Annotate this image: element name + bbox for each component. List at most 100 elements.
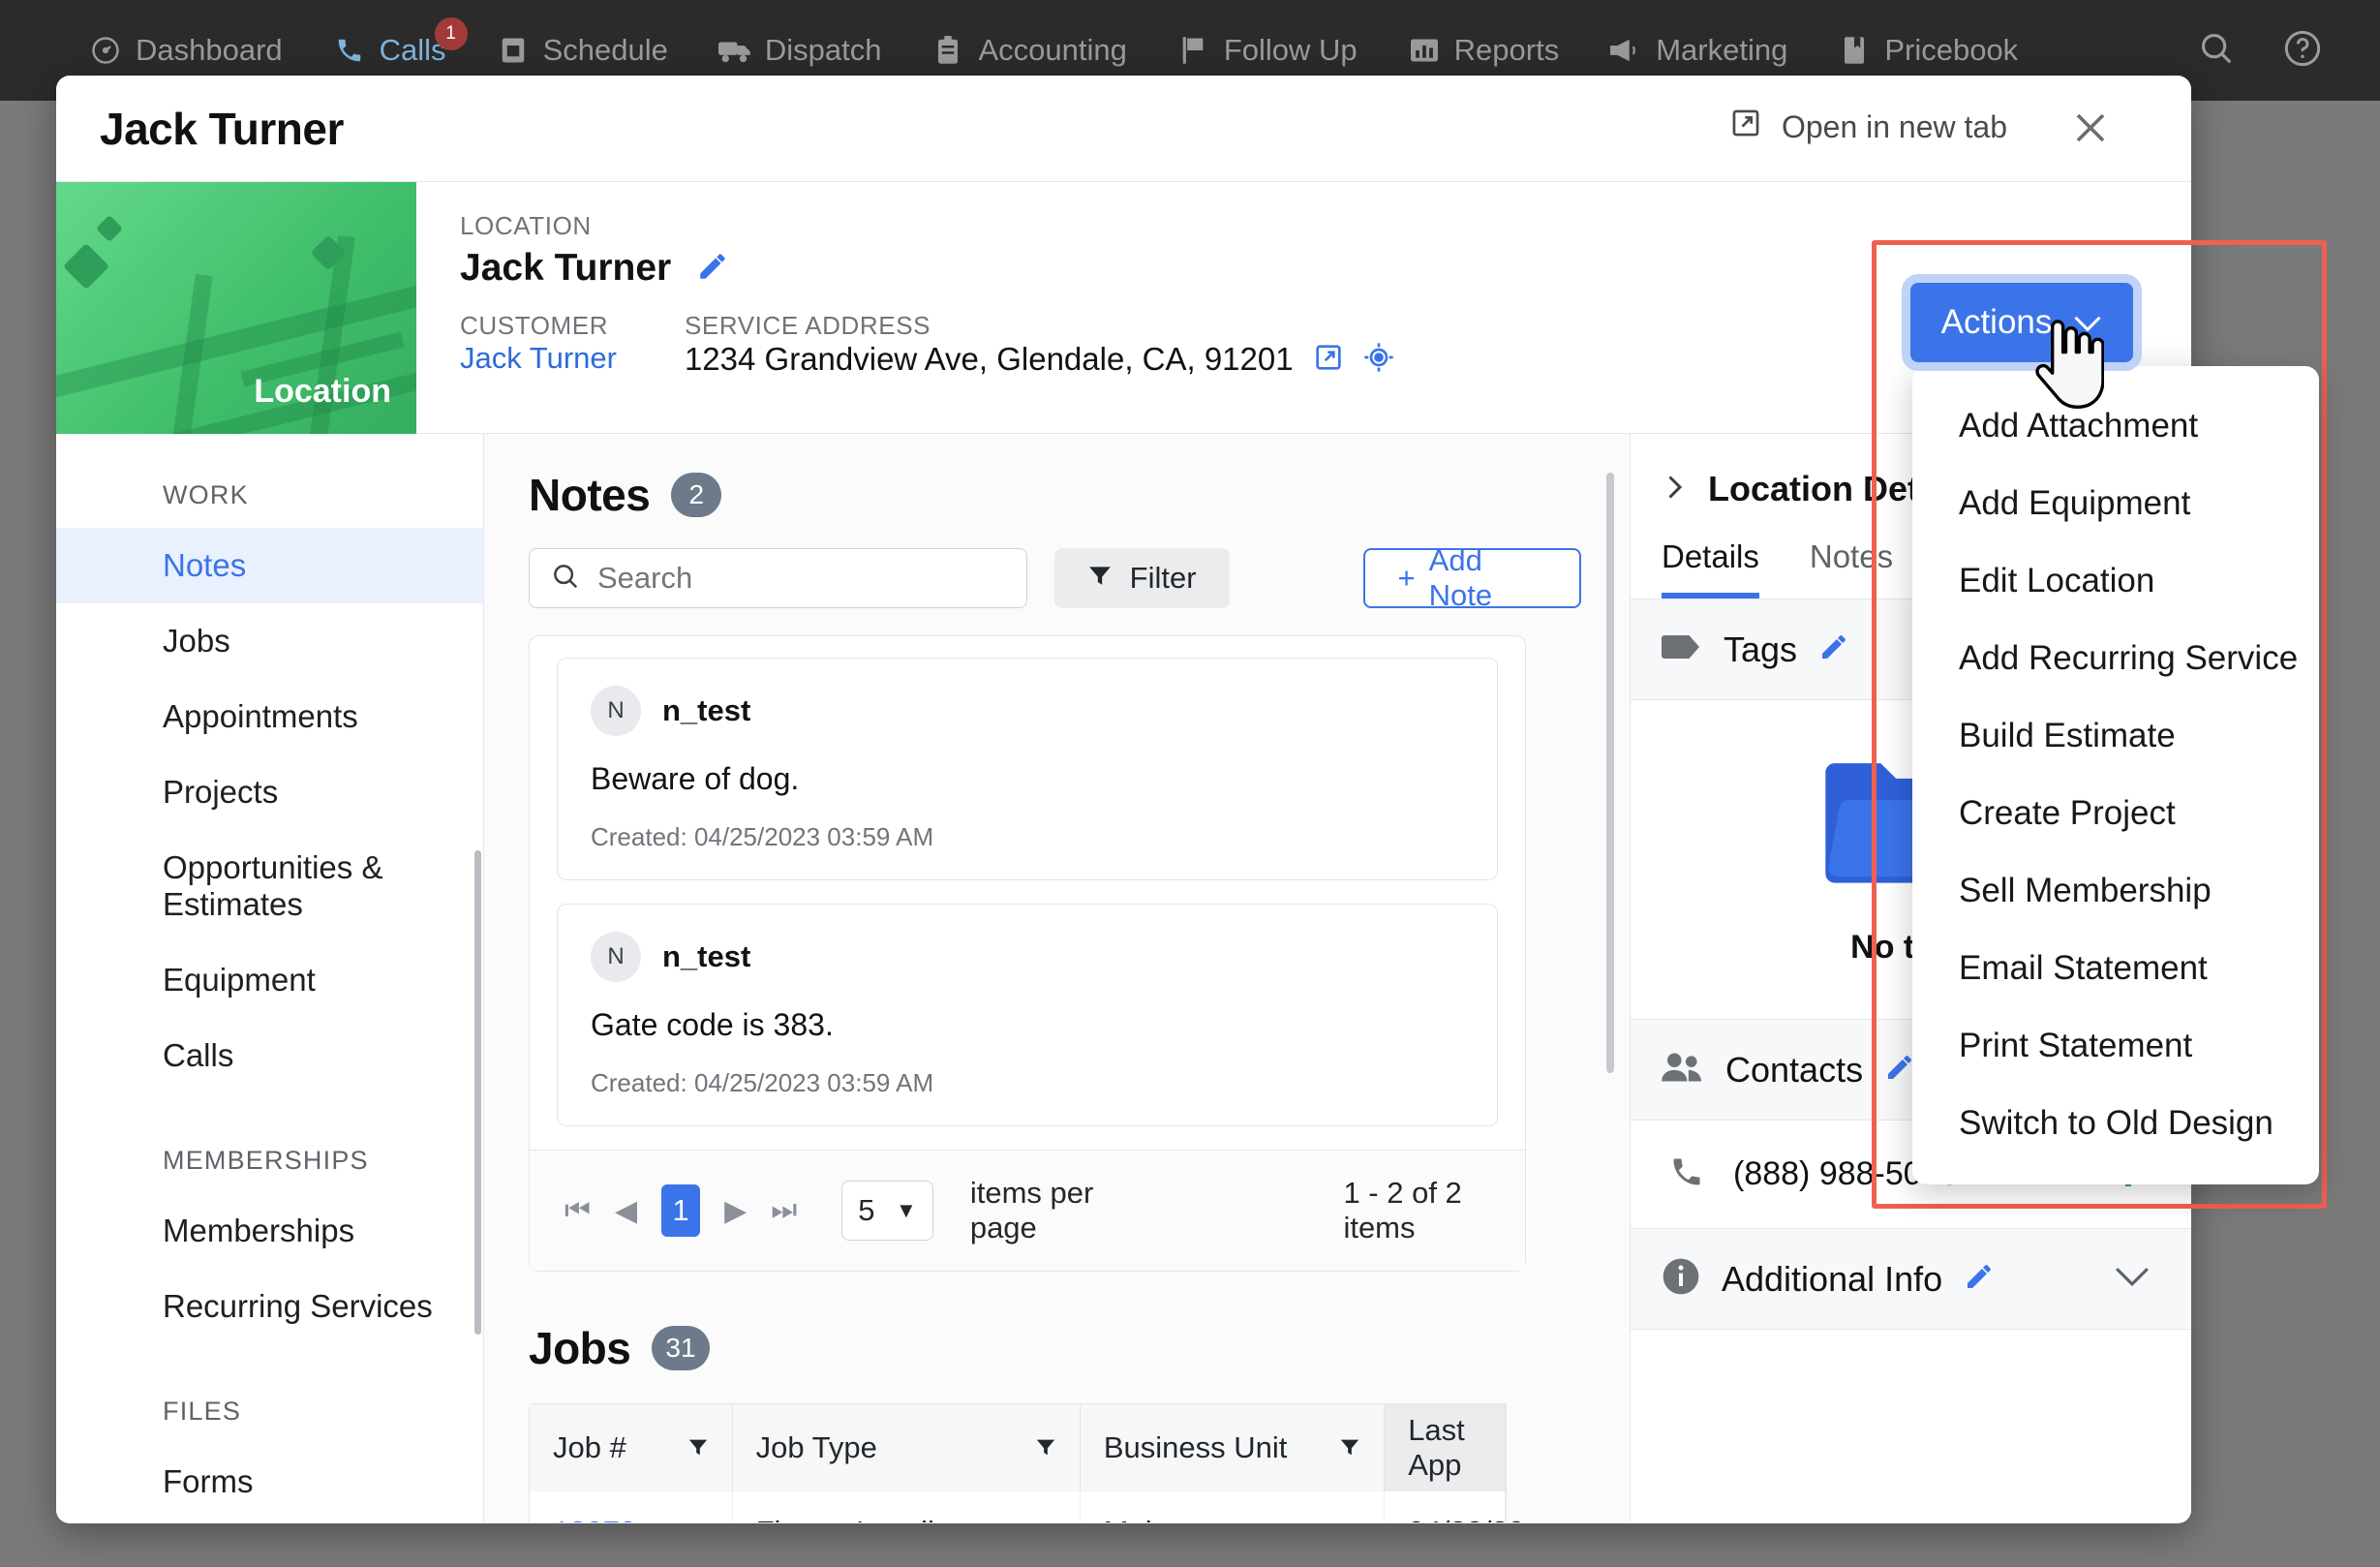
sidebar-scrollbar[interactable] (474, 850, 481, 1335)
crosshair-icon[interactable] (1363, 342, 1394, 378)
pencil-icon[interactable] (1884, 1052, 1915, 1088)
tab-details[interactable]: Details (1662, 538, 1759, 599)
search-icon (551, 562, 580, 596)
page-number-1[interactable]: 1 (661, 1184, 701, 1237)
menu-item-create-project[interactable]: Create Project (1912, 775, 2319, 852)
service-address-block: SERVICE ADDRESS 1234 Grandview Ave, Glen… (685, 311, 1394, 378)
pencil-icon[interactable] (1964, 1261, 1995, 1297)
items-range-label: 1 - 2 of 2 items (1343, 1176, 1462, 1244)
menu-item-email-statement[interactable]: Email Statement (1912, 930, 2319, 1007)
tag-icon (1662, 631, 1702, 667)
menu-item-add-recurring-service[interactable]: Add Recurring Service (1912, 620, 2319, 697)
chevron-down-icon[interactable] (2114, 1265, 2151, 1293)
menu-item-build-estimate[interactable]: Build Estimate (1912, 697, 2319, 775)
open-in-new-tab-button[interactable]: Open in new tab (1729, 107, 2007, 147)
column-header-job-type[interactable]: Job Type (733, 1404, 1081, 1491)
funnel-icon[interactable] (1035, 1430, 1056, 1465)
search-input[interactable] (597, 561, 985, 596)
main-content-scrollbar[interactable] (1606, 473, 1614, 1073)
open-in-new-tab-label: Open in new tab (1781, 108, 2007, 144)
sidebar-item-equipment[interactable]: Equipment (56, 942, 483, 1018)
notes-search-box[interactable] (529, 548, 1027, 608)
location-map-thumbnail[interactable]: Location (56, 182, 416, 434)
items-per-page-label: items per page (969, 1176, 1094, 1244)
phone-icon (1669, 1154, 1704, 1194)
add-note-button[interactable]: + Add Note (1362, 543, 1581, 612)
filter-button[interactable]: Filter (1053, 548, 1230, 608)
prev-page-icon[interactable]: ◀ (614, 1194, 638, 1228)
sidebar-item-recurring-services[interactable]: Recurring Services (56, 1269, 483, 1344)
note-card[interactable]: N n_test Beware of dog. Created: 04/25/2… (557, 658, 1498, 880)
additional-info-section-header[interactable]: Additional Info (1631, 1229, 2191, 1330)
menu-item-switch-to-old-design[interactable]: Switch to Old Design (1912, 1085, 2319, 1162)
nav-item-pricebook[interactable]: Pricebook (1838, 33, 2018, 68)
nav-item-reports[interactable]: Reports (1408, 33, 1559, 68)
nav-item-follow-up[interactable]: Follow Up (1177, 33, 1358, 68)
add-note-label: Add Note (1428, 543, 1493, 612)
avatar: N (591, 686, 641, 736)
service-address-value: 1234 Grandview Ave, Glendale, CA, 91201 (684, 341, 1294, 377)
cell-business-unit: Main (1081, 1491, 1385, 1522)
tab-notes[interactable]: Notes (1810, 538, 1893, 599)
tags-section-title: Tags (1724, 629, 1798, 669)
sidebar-item-photos-videos[interactable]: Photos & Videos (56, 1520, 483, 1523)
actions-dropdown-menu: Add Attachment Add Equipment Edit Locati… (1912, 366, 2319, 1184)
sidebar-item-jobs[interactable]: Jobs (56, 603, 483, 679)
column-header-business-unit[interactable]: Business Unit (1081, 1404, 1386, 1491)
notes-count-badge: 2 (671, 473, 722, 517)
column-header-last-appointment[interactable]: Last App (1385, 1404, 1506, 1491)
nav-item-accounting[interactable]: Accounting (931, 33, 1127, 68)
items-per-page-select[interactable]: 5 ▼ (841, 1181, 933, 1241)
nav-item-schedule[interactable]: Schedule (497, 33, 668, 68)
dashboard-icon (89, 34, 122, 67)
column-header-job-number[interactable]: Job # (530, 1404, 733, 1491)
cell-last-appointment: 04/28/20 (1385, 1491, 1525, 1522)
sidebar-item-calls[interactable]: Calls (56, 1018, 483, 1093)
sidebar-item-forms[interactable]: Forms (56, 1444, 483, 1520)
close-icon[interactable] (2067, 105, 2116, 153)
menu-item-print-statement[interactable]: Print Statement (1912, 1007, 2319, 1085)
note-header: N n_test (591, 686, 1464, 736)
job-number-link[interactable]: 13979 (553, 1515, 636, 1522)
sidebar-item-opportunities-estimates[interactable]: Opportunities & Estimates (56, 830, 483, 942)
notes-section-header: Notes 2 (529, 469, 1581, 521)
sidebar-item-appointments[interactable]: Appointments (56, 679, 483, 754)
nav-item-dispatch[interactable]: Dispatch (717, 33, 881, 68)
pencil-icon[interactable] (1818, 631, 1849, 667)
first-page-icon[interactable]: ⏮ (564, 1194, 591, 1227)
people-icon (1662, 1052, 1704, 1088)
nav-item-calls[interactable]: Calls 1 (333, 17, 468, 68)
funnel-icon[interactable] (687, 1430, 709, 1465)
chevron-right-icon[interactable] (1662, 473, 1687, 507)
pencil-icon[interactable] (696, 250, 729, 288)
sidebar-item-notes[interactable]: Notes (56, 528, 483, 603)
note-body: Gate code is 383. (591, 1007, 834, 1042)
sidebar-item-memberships[interactable]: Memberships (56, 1193, 483, 1269)
menu-item-edit-location[interactable]: Edit Location (1912, 542, 2319, 620)
menu-item-sell-membership[interactable]: Sell Membership (1912, 852, 2319, 930)
note-author: n_test (662, 693, 751, 727)
help-circle-icon[interactable] (2283, 29, 2322, 73)
cell-job-number: 13979 (530, 1491, 733, 1522)
nav-label: Marketing (1656, 33, 1788, 67)
modal-body: WORK Notes Jobs Appointments Projects Op… (56, 434, 2191, 1522)
menu-item-add-equipment[interactable]: Add Equipment (1912, 465, 2319, 542)
calls-badge: 1 (434, 17, 468, 50)
column-label: Job Type (755, 1430, 877, 1464)
customer-link[interactable]: Jack Turner (460, 341, 617, 375)
sidebar-item-projects[interactable]: Projects (56, 754, 483, 830)
table-row[interactable]: 13979 Fixture Install Main 04/28/20 (530, 1491, 1525, 1522)
nav-item-dashboard[interactable]: Dashboard (89, 33, 283, 68)
funnel-icon[interactable] (1339, 1430, 1360, 1465)
note-body: Beware of dog. (591, 761, 800, 796)
last-page-icon[interactable]: ⏭ (771, 1194, 797, 1227)
location-detail-modal: Jack Turner Open in new tab Location LOC… (56, 76, 2191, 1523)
menu-item-add-attachment[interactable]: Add Attachment (1912, 387, 2319, 465)
note-author: n_test (662, 939, 751, 973)
next-page-icon[interactable]: ▶ (723, 1194, 748, 1228)
note-card[interactable]: N n_test Gate code is 383. Created: 04/2… (557, 904, 1498, 1126)
jobs-table: Job # Job Type Business Unit Last App (529, 1403, 1525, 1522)
external-link-icon[interactable] (1313, 342, 1344, 378)
nav-item-marketing[interactable]: Marketing (1609, 33, 1787, 68)
search-icon[interactable] (2198, 30, 2235, 72)
